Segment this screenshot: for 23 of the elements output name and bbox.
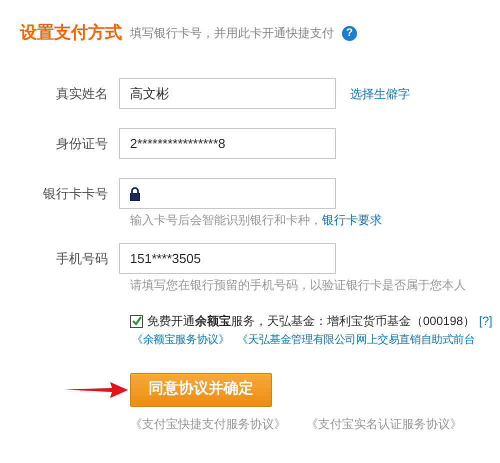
hint-text: 输入卡号后会智能识别银行和卡种，银行卡要求	[130, 212, 383, 229]
input-field[interactable]: 2****************8	[119, 128, 336, 159]
agreement-link[interactable]: 《余额宝服务协议》	[132, 332, 230, 348]
page-title: 设置支付方式	[20, 22, 122, 44]
link[interactable]: 选择生僻字	[350, 84, 410, 102]
field-label: 身份证号	[55, 134, 109, 153]
input-field[interactable]: 151****3505	[119, 243, 336, 274]
field-label: 真实姓名	[55, 84, 109, 103]
input-field[interactable]: 高文彬	[119, 78, 336, 109]
link[interactable]: 银行卡要求	[322, 213, 382, 227]
hint-text: 请填写您在银行预留的手机号码，以验证银行卡是否属于您本人	[130, 277, 467, 294]
lock-icon	[130, 186, 140, 200]
agreement-link[interactable]: 《支付宝实名认证服务协议》	[306, 414, 462, 432]
checkbox[interactable]	[130, 314, 143, 328]
input-field[interactable]	[119, 178, 336, 209]
agreement-text: 免费开通余额宝服务，天弘基金：增利宝货币基金（000198）	[147, 313, 476, 330]
help-link[interactable]: [?]	[479, 312, 492, 330]
field-label: 银行卡卡号	[42, 184, 109, 203]
agreement-link[interactable]: 《天弘基金管理有限公司网上交易直销自助式前台	[237, 332, 475, 348]
agreement-link[interactable]: 《支付宝快捷支付服务协议》	[130, 414, 286, 432]
field-label: 手机号码	[55, 250, 109, 268]
help-icon[interactable]: ?	[342, 26, 357, 40]
page-subtitle: 填写银行卡号，并用此卡开通快捷支付	[130, 25, 334, 42]
